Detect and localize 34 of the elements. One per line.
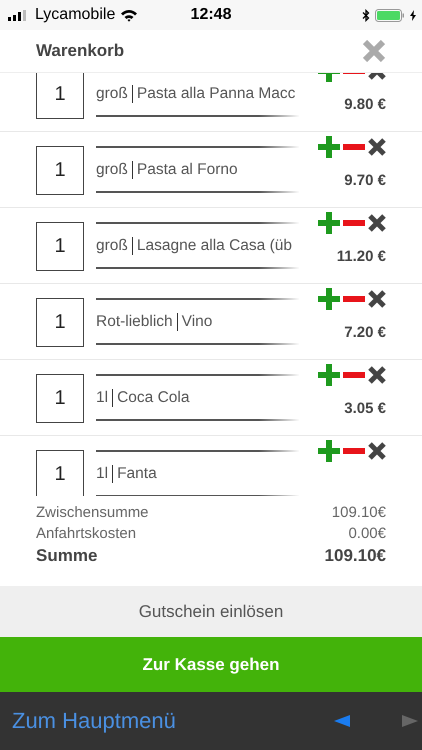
summary-label: Summe — [36, 545, 98, 567]
summary-value: 0.00€ — [348, 524, 386, 544]
summary-value: 109.10€ — [324, 545, 386, 567]
item-name-field[interactable]: groß Lasagne alla Casa (üb — [96, 222, 299, 269]
forward-arrow-icon[interactable] — [402, 715, 418, 727]
charging-icon — [410, 10, 416, 20]
item-name-field[interactable]: 1l Fanta — [96, 450, 299, 496]
summary-label: Anfahrtskosten — [36, 524, 136, 544]
item-price: 3.05 € — [344, 400, 386, 417]
item-price: 9.80 € — [344, 96, 386, 113]
clock-time: 12:48 — [190, 6, 232, 24]
battery-icon — [375, 8, 405, 22]
item-name-field[interactable]: groß Pasta al Forno — [96, 146, 299, 193]
carrier-name: Lycamobile — [35, 6, 116, 24]
quantity-field[interactable]: 1 — [36, 298, 84, 347]
quantity-field[interactable]: 1 — [36, 450, 84, 496]
bluetooth-icon — [362, 8, 370, 22]
quantity-field[interactable]: 1 — [36, 374, 84, 423]
item-price: 9.70 € — [344, 172, 386, 189]
item-name-field[interactable]: groß Pasta alla Panna Macc — [96, 73, 299, 117]
item-name-field[interactable]: 1l Coca Cola — [96, 374, 299, 421]
main-menu-link[interactable]: Zum Hauptmenü — [12, 708, 334, 734]
wifi-icon — [120, 8, 138, 22]
voucher-button[interactable]: Gutschein einlösen — [0, 586, 422, 637]
quantity-field[interactable]: 1 — [36, 222, 84, 271]
back-arrow-icon[interactable] — [334, 715, 350, 727]
item-name-field[interactable]: Rot-lieblich Vino — [96, 298, 299, 345]
cart-title: Warenkorb — [36, 41, 124, 61]
item-price: 11.20 € — [336, 248, 386, 265]
summary-value: 109.10€ — [332, 503, 386, 523]
quantity-field[interactable]: 1 — [36, 146, 84, 195]
summary-label: Zwischensumme — [36, 503, 149, 523]
quantity-field[interactable]: 1 — [36, 73, 84, 119]
item-price: 7.20 € — [344, 324, 386, 341]
